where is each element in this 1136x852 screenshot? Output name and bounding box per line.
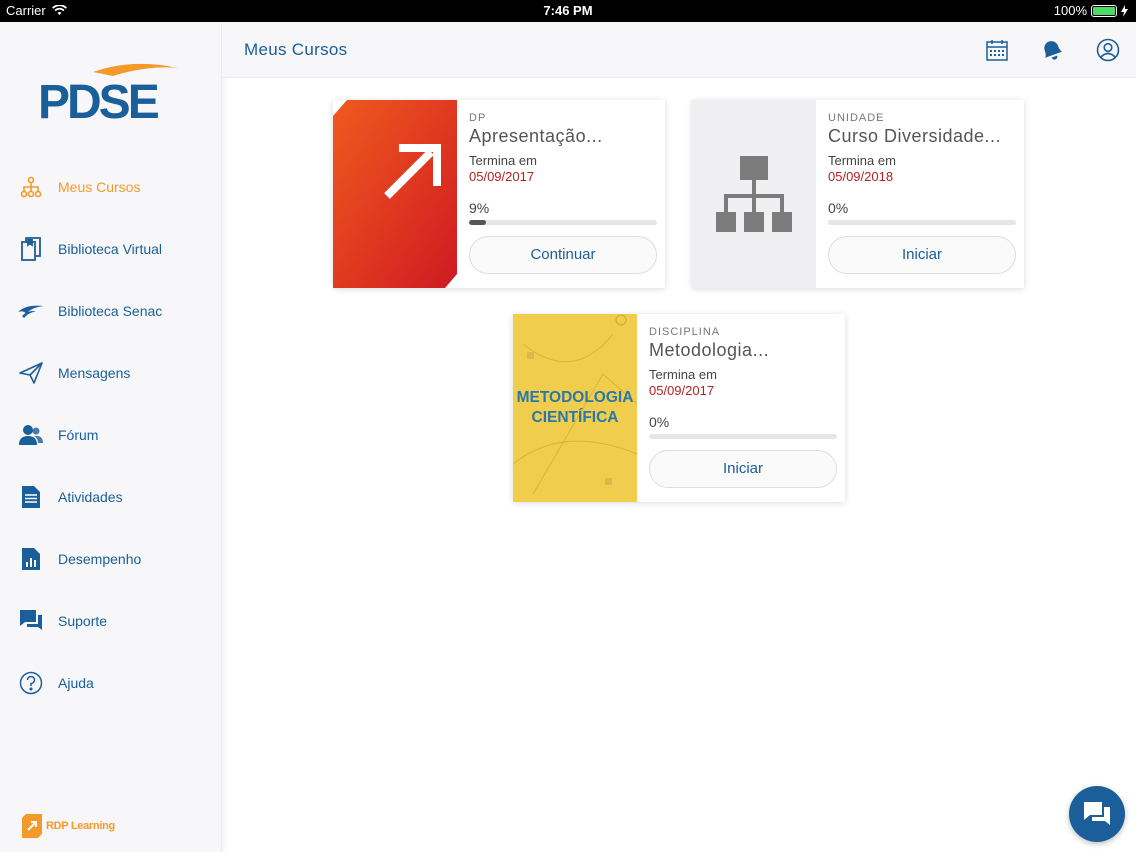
sidebar-item-biblioteca-senac[interactable]: Biblioteca Senac bbox=[0, 280, 222, 342]
sidebar: PDSE Meus Cursos Biblioteca Virtual Bibl… bbox=[0, 22, 222, 852]
progress-fill bbox=[469, 220, 486, 225]
course-ends-date: 05/09/2017 bbox=[649, 383, 715, 398]
sidebar-item-meus-cursos[interactable]: Meus Cursos bbox=[0, 156, 222, 218]
svg-text:PDSE: PDSE bbox=[38, 76, 159, 129]
book-icon bbox=[18, 236, 44, 262]
course-name: Metodologia... bbox=[649, 340, 770, 360]
course-ends-date: 05/09/2017 bbox=[469, 169, 535, 184]
sidebar-item-suporte[interactable]: Suporte bbox=[0, 590, 222, 652]
course-name: Apresentação... bbox=[469, 126, 603, 146]
course-kind: DISCIPLINA bbox=[649, 326, 721, 338]
course-thumbnail bbox=[333, 100, 457, 288]
rdp-brand-label: RDP Learning bbox=[46, 820, 115, 832]
course-card[interactable]: UNIDADE Curso Diversidade... Termina em … bbox=[692, 100, 1024, 288]
course-ends-date: 05/09/2018 bbox=[828, 169, 894, 184]
sidebar-item-label: Biblioteca Virtual bbox=[58, 241, 163, 257]
thumb-line-1: METODOLOGIA bbox=[517, 389, 634, 406]
sidebar-item-atividades[interactable]: Atividades bbox=[0, 466, 222, 528]
pdse-logo: PDSE bbox=[38, 60, 188, 130]
chat-bubbles-icon bbox=[18, 608, 44, 634]
sidebar-item-label: Biblioteca Senac bbox=[58, 303, 163, 319]
users-icon bbox=[18, 422, 44, 448]
course-info: DP Apresentação... Termina em 05/09/2017… bbox=[469, 112, 657, 274]
course-progress-text: 9% bbox=[469, 200, 490, 216]
page-title: Meus Cursos bbox=[244, 40, 348, 59]
battery-percent: 100% bbox=[1053, 3, 1087, 18]
clock: 7:46 PM bbox=[543, 3, 593, 18]
thumb-line-2: CIENTÍFICA bbox=[532, 409, 619, 426]
course-ends-label: Termina em bbox=[828, 153, 896, 168]
start-button[interactable]: Iniciar bbox=[649, 450, 837, 488]
sidebar-item-label: Meus Cursos bbox=[58, 179, 141, 195]
charging-icon bbox=[1121, 4, 1128, 17]
course-thumbnail: METODOLOGIA CIENTÍFICA bbox=[513, 314, 637, 502]
sidebar-item-label: Suporte bbox=[58, 613, 108, 629]
chat-button[interactable] bbox=[1069, 786, 1125, 842]
sidebar-nav: Meus Cursos Biblioteca Virtual Bibliotec… bbox=[0, 156, 222, 714]
course-info: UNIDADE Curso Diversidade... Termina em … bbox=[828, 112, 1016, 274]
rdp-logo-icon bbox=[22, 814, 42, 838]
course-progress-text: 0% bbox=[828, 200, 849, 216]
course-progress-text: 0% bbox=[649, 414, 670, 430]
sidebar-item-label: Ajuda bbox=[58, 675, 94, 691]
help-icon bbox=[18, 670, 44, 696]
senac-bird-icon bbox=[18, 298, 44, 324]
continue-button[interactable]: Continuar bbox=[469, 236, 657, 274]
course-card[interactable]: METODOLOGIA CIENTÍFICA DISCIPLINA Metodo… bbox=[513, 314, 845, 502]
sidebar-item-label: Fórum bbox=[58, 427, 99, 443]
sidebar-item-desempenho[interactable]: Desempenho bbox=[0, 528, 222, 590]
course-kind: DP bbox=[469, 112, 487, 124]
paper-plane-icon bbox=[18, 360, 44, 386]
course-name: Curso Diversidade... bbox=[828, 126, 1002, 146]
sidebar-item-label: Mensagens bbox=[58, 365, 131, 381]
battery-info: 100% bbox=[1054, 3, 1128, 18]
start-button[interactable]: Iniciar bbox=[828, 236, 1016, 274]
course-progress-bar bbox=[828, 220, 1016, 225]
sidebar-item-mensagens[interactable]: Mensagens bbox=[0, 342, 222, 404]
course-progress-bar bbox=[649, 434, 837, 439]
chart-document-icon bbox=[18, 546, 44, 572]
sidebar-item-label: Atividades bbox=[58, 489, 123, 505]
sidebar-item-biblioteca-virtual[interactable]: Biblioteca Virtual bbox=[0, 218, 222, 280]
calendar-icon[interactable] bbox=[985, 38, 1009, 62]
course-ends-label: Termina em bbox=[469, 153, 537, 168]
course-thumbnail bbox=[692, 100, 816, 288]
chat-icon bbox=[1084, 802, 1110, 825]
course-ends-label: Termina em bbox=[649, 367, 717, 382]
course-kind: UNIDADE bbox=[828, 112, 885, 124]
notification-bell-icon[interactable] bbox=[1040, 38, 1064, 62]
sidebar-item-ajuda[interactable]: Ajuda bbox=[0, 652, 222, 714]
course-card[interactable]: DP Apresentação... Termina em 05/09/2017… bbox=[333, 100, 665, 288]
course-progress-bar bbox=[469, 220, 657, 225]
course-info: DISCIPLINA Metodologia... Termina em 05/… bbox=[649, 326, 837, 488]
profile-icon[interactable] bbox=[1096, 38, 1120, 62]
battery-icon bbox=[1091, 4, 1117, 17]
header: Meus Cursos bbox=[222, 22, 1136, 78]
sidebar-item-label: Desempenho bbox=[58, 551, 142, 567]
rdp-learning-logo: RDP Learning bbox=[22, 814, 115, 838]
status-bar: Carrier 7:46 PM 100% bbox=[0, 0, 1136, 22]
document-icon bbox=[18, 484, 44, 510]
hierarchy-icon bbox=[18, 174, 44, 200]
sidebar-item-forum[interactable]: Fórum bbox=[0, 404, 222, 466]
org-chart-icon bbox=[716, 156, 792, 232]
